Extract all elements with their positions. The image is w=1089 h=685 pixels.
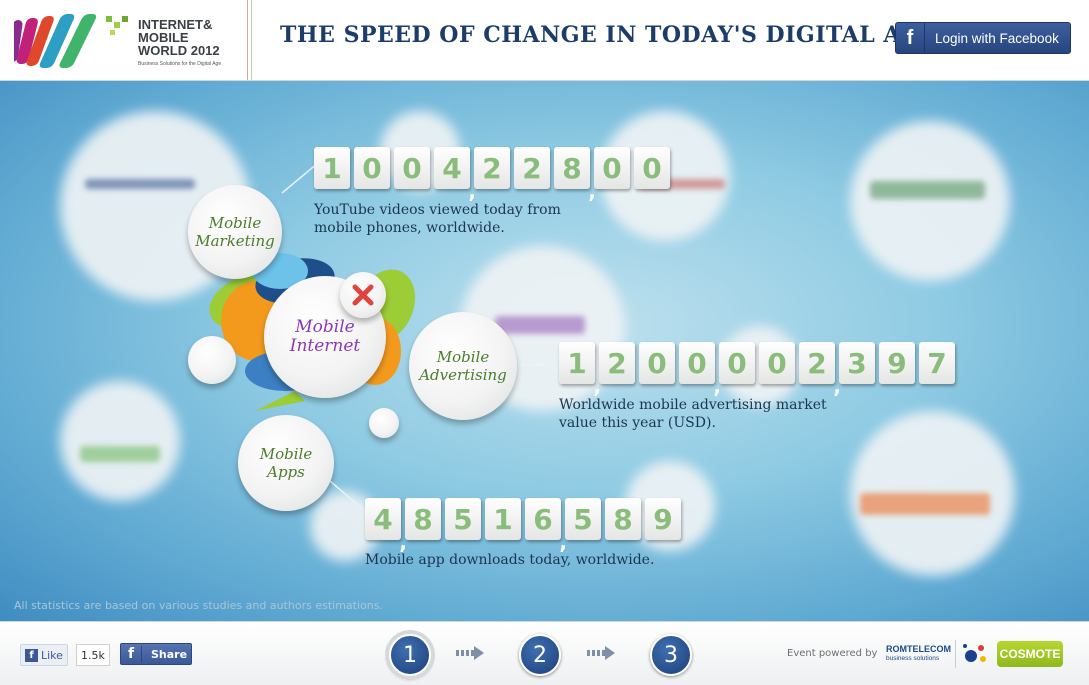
counter-digit: 8 xyxy=(405,498,441,540)
counter-digit: 8 xyxy=(554,147,596,203)
step-1-button[interactable]: 1 xyxy=(389,634,431,676)
counter-digit: 0 xyxy=(759,342,795,384)
step-3-button[interactable]: 3 xyxy=(650,634,692,676)
counter-digit: 2 xyxy=(474,147,510,189)
footer: f Like 1.5k f Share 1 2 3 Event powered … xyxy=(0,621,1089,685)
counter-digit: 1 xyxy=(485,498,521,540)
powered-by-label: Event powered by xyxy=(787,648,878,659)
facebook-icon: f xyxy=(25,648,38,662)
counter-digit: 0 xyxy=(679,342,721,398)
facebook-icon: f xyxy=(121,646,142,662)
like-label: Like xyxy=(41,648,63,662)
counter-caption-apps: Mobile app downloads today, worldwide. xyxy=(365,551,654,569)
counter-digit: 2 xyxy=(599,342,635,384)
bubble-label-line: Mobile xyxy=(295,317,355,337)
bubble-mobile-apps[interactable]: Mobile Apps xyxy=(238,415,334,511)
header-divider xyxy=(247,0,248,80)
share-label: Share xyxy=(151,647,188,661)
facebook-like-button[interactable]: f Like xyxy=(20,644,68,666)
counter-digit: 0 xyxy=(354,147,390,189)
counter-digit: 1 xyxy=(314,147,350,189)
small-bubble xyxy=(369,408,399,438)
header-divider xyxy=(251,0,252,80)
romtelecom-name: ROMTELECOM xyxy=(886,644,951,654)
bubble-label-line: Internet xyxy=(289,336,361,356)
cosmote-logo: COSMOTE xyxy=(997,641,1063,667)
bubble-label-line: Marketing xyxy=(195,232,275,250)
event-logo[interactable]: INTERNET& MOBILE WORLD 2012 Business Sol… xyxy=(14,8,224,72)
logo-title: INTERNET& MOBILE WORLD 2012 xyxy=(138,17,220,58)
page-title: THE SPEED OF CHANGE IN TODAY'S DIGITAL A… xyxy=(280,22,938,48)
logo-mark-icon xyxy=(14,14,128,68)
caption-line: Mobile app downloads today, worldwide. xyxy=(365,552,655,568)
counter-digit: 7 xyxy=(919,342,955,384)
small-bubble xyxy=(188,336,236,384)
facebook-login-button[interactable]: f Login with Facebook xyxy=(895,22,1071,54)
counter-caption-advertising: Worldwide mobile advertising market valu… xyxy=(559,396,827,432)
bubble-label-line: Mobile xyxy=(208,214,262,232)
counter-advertising: 1 2 0 0 0 0 2 3 9 7 xyxy=(559,342,959,398)
romtelecom-logo: ROMTELECOM business solutions xyxy=(886,644,951,664)
statistics-note: All statistics are based on various stud… xyxy=(14,599,383,612)
close-button[interactable] xyxy=(340,272,386,318)
counter-digit: 0 xyxy=(634,147,670,189)
counter-digit: 2 xyxy=(514,147,550,189)
counter-digit: 0 xyxy=(594,147,630,189)
facebook-share-button[interactable]: f Share xyxy=(120,643,192,665)
bubble-label-line: Mobile xyxy=(436,348,490,366)
counter-digit: 0 xyxy=(639,342,675,384)
counter-digit: 0 xyxy=(719,342,755,384)
counter-digit: 4 xyxy=(434,147,476,203)
counter-digit: 5 xyxy=(445,498,481,540)
bubble-mobile-marketing[interactable]: Mobile Marketing xyxy=(188,185,282,279)
header: INTERNET& MOBILE WORLD 2012 Business Sol… xyxy=(0,0,1089,81)
romtelecom-subtitle: business solutions xyxy=(886,655,940,662)
counter-digit: 0 xyxy=(394,147,430,189)
facebook-icon: f xyxy=(896,23,925,53)
counter-digit: 9 xyxy=(879,342,915,384)
bubble-label-line: Apps xyxy=(267,463,305,481)
counter-caption-youtube: YouTube videos viewed today from mobile … xyxy=(314,201,561,237)
bubble-mobile-advertising[interactable]: Mobile Advertising xyxy=(409,312,517,420)
logo-subtitle: Business Solutions for the Digital Age xyxy=(138,61,222,67)
counter-youtube: 1 0 0 4 2 2 8 0 0 xyxy=(314,147,674,203)
counter-digit: 5 xyxy=(565,498,601,540)
counter-digit: 3 xyxy=(839,342,875,384)
caption-line: value this year (USD). xyxy=(559,415,716,431)
facebook-login-label: Login with Facebook xyxy=(935,30,1059,46)
footer-divider xyxy=(955,640,956,668)
caption-line: YouTube videos viewed today from xyxy=(314,202,561,218)
like-count: 1.5k xyxy=(76,644,110,666)
caption-line: mobile phones, worldwide. xyxy=(314,220,505,236)
arrow-right-icon xyxy=(456,646,484,660)
caption-line: Worldwide mobile advertising market xyxy=(559,397,827,413)
counter-digit: 2 xyxy=(799,342,841,398)
counter-digit: 1 xyxy=(559,342,601,398)
counter-digit: 8 xyxy=(605,498,641,540)
counter-digit: 9 xyxy=(645,498,681,540)
counter-digit: 4 xyxy=(365,498,407,554)
dots-logo-icon xyxy=(963,644,986,662)
counter-apps: 4 8 5 1 6 5 8 9 xyxy=(365,498,685,554)
bubble-label-line: Advertising xyxy=(419,366,507,384)
arrow-right-icon xyxy=(587,646,615,660)
infographic-stage: Mobile Marketing Mobile Internet Mobile Adv… xyxy=(0,81,1089,621)
close-icon xyxy=(352,284,374,306)
counter-digit: 6 xyxy=(525,498,567,554)
step-2-button[interactable]: 2 xyxy=(519,634,561,676)
bubble-label-line: Mobile xyxy=(259,445,313,463)
